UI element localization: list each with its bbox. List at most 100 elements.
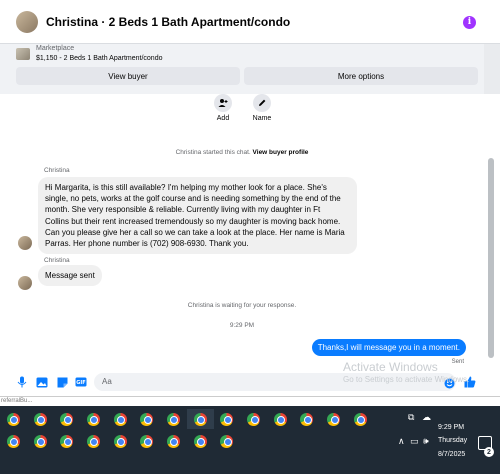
waiting-notice: Christina is waiting for your response. bbox=[187, 302, 297, 309]
chrome-icon bbox=[193, 434, 207, 448]
photo-icon[interactable] bbox=[36, 376, 48, 388]
chrome-icon bbox=[113, 412, 127, 426]
chrome-icon bbox=[166, 434, 180, 448]
chrome-icon bbox=[86, 412, 100, 426]
chrome-icon bbox=[6, 434, 20, 448]
chrome-icon bbox=[220, 434, 234, 448]
info-icon[interactable]: i bbox=[463, 16, 476, 29]
taskbar: ⧉ ☁ ∧ ▭ 🕪 9:29 PM Thursday 8/7/2025 2 bbox=[0, 406, 500, 474]
clock-day[interactable]: Thursday bbox=[438, 437, 467, 444]
taskbar-browser-button[interactable] bbox=[133, 431, 160, 451]
chrome-icon bbox=[33, 412, 47, 426]
volume-icon[interactable]: 🕪 bbox=[423, 436, 429, 447]
sender-name: Christina bbox=[44, 167, 70, 174]
taskbar-browser-button[interactable] bbox=[133, 409, 160, 429]
more-options-button[interactable]: More options bbox=[244, 67, 478, 85]
pencil-icon[interactable] bbox=[253, 94, 271, 112]
view-buyer-profile-link[interactable]: View buyer profile bbox=[253, 149, 309, 156]
listing-card: Marketplace $1,150 - 2 Beds 1 Bath Apart… bbox=[0, 44, 484, 94]
microphone-icon[interactable] bbox=[16, 376, 28, 388]
name-label: Name bbox=[252, 115, 272, 122]
sender-name: Christina bbox=[44, 257, 70, 264]
chrome-icon bbox=[86, 434, 100, 448]
listing-description[interactable]: $1,150 - 2 Beds 1 Bath Apartment/condo bbox=[36, 55, 162, 62]
taskbar-browser-button[interactable] bbox=[186, 409, 214, 429]
timestamp: 9:29 PM bbox=[229, 322, 255, 329]
chat-thread: Add Name Christina started this chat. Vi… bbox=[0, 94, 484, 368]
taskbar-browser-button[interactable] bbox=[347, 409, 374, 429]
chrome-icon bbox=[60, 434, 74, 448]
chrome-icon bbox=[33, 434, 47, 448]
taskbar-browser-button[interactable] bbox=[320, 409, 347, 429]
scrollbar[interactable] bbox=[484, 94, 500, 368]
chrome-icon bbox=[220, 412, 234, 426]
meet-now-icon[interactable]: ⧉ bbox=[408, 412, 414, 423]
chrome-icon bbox=[6, 412, 20, 426]
chrome-icon bbox=[60, 412, 74, 426]
page-title[interactable]: Christina · 2 Beds 1 Bath Apartment/cond… bbox=[46, 15, 290, 29]
cloud-icon[interactable]: ☁ bbox=[422, 412, 431, 423]
scrollbar-thumb[interactable] bbox=[488, 158, 494, 358]
chrome-icon bbox=[140, 434, 154, 448]
info-glyph: i bbox=[467, 17, 472, 27]
chrome-icon bbox=[113, 434, 127, 448]
taskbar-browser-button[interactable] bbox=[27, 431, 54, 451]
chevron-up-icon[interactable]: ∧ bbox=[398, 436, 405, 447]
message-placeholder: Aa bbox=[102, 377, 112, 386]
taskbar-browser-button[interactable] bbox=[107, 409, 134, 429]
sticker-icon[interactable] bbox=[56, 376, 68, 388]
taskbar-browser-button[interactable] bbox=[53, 409, 80, 429]
view-buyer-button[interactable]: View buyer bbox=[16, 67, 240, 85]
taskbar-browser-button[interactable] bbox=[27, 409, 54, 429]
watermark-title: Activate Windows bbox=[343, 360, 438, 374]
avatar[interactable] bbox=[16, 10, 38, 33]
network-icon[interactable]: ▭ bbox=[410, 436, 419, 447]
taskbar-browser-button[interactable] bbox=[107, 431, 134, 451]
taskbar-browser-button[interactable] bbox=[240, 409, 267, 429]
message-line: month. She very responsible & reliable. … bbox=[45, 205, 321, 215]
add-action[interactable]: Add bbox=[208, 94, 238, 122]
clock-date[interactable]: 8/7/2025 bbox=[438, 451, 465, 458]
chrome-icon bbox=[247, 412, 261, 426]
incoming-message[interactable]: Message sent bbox=[38, 265, 102, 287]
taskbar-browser-button[interactable] bbox=[187, 431, 214, 451]
avatar[interactable] bbox=[18, 236, 32, 250]
taskbar-browser-button[interactable] bbox=[294, 409, 321, 429]
message-line: Parras. Her phone number is (702) 908-69… bbox=[45, 239, 249, 249]
chat-started-notice: Christina started this chat. View buyer … bbox=[0, 149, 484, 156]
chrome-icon bbox=[353, 412, 367, 426]
taskbar-row-2 bbox=[0, 431, 240, 451]
listing-thumbnail[interactable] bbox=[16, 48, 30, 60]
chat-started-text: Christina started this chat. bbox=[175, 149, 251, 156]
message-line: Can you please give her a call so we can… bbox=[45, 227, 345, 237]
taskbar-browser-button[interactable] bbox=[80, 431, 107, 451]
taskbar-browser-button[interactable] bbox=[80, 409, 107, 429]
chrome-icon bbox=[140, 412, 154, 426]
message-line: Collins but their rent increased tremend… bbox=[45, 216, 341, 226]
name-action[interactable]: Name bbox=[247, 94, 277, 122]
referral-strip: referralBu... bbox=[0, 396, 500, 406]
taskbar-browser-button[interactable] bbox=[160, 431, 187, 451]
notification-badge: 2 bbox=[484, 447, 494, 457]
taskbar-browser-button[interactable] bbox=[0, 409, 27, 429]
outgoing-message[interactable]: Thanks,I will message you in a moment. bbox=[311, 339, 466, 356]
listing-label: Marketplace bbox=[36, 45, 75, 52]
taskbar-browser-button[interactable] bbox=[214, 409, 241, 429]
incoming-message[interactable]: Hi Margarita, is this still available? I… bbox=[38, 177, 357, 255]
clock-time[interactable]: 9:29 PM bbox=[438, 424, 464, 431]
chrome-icon bbox=[193, 412, 207, 426]
taskbar-browser-button[interactable] bbox=[160, 409, 187, 429]
message-line: single, no pets, works at the golf cours… bbox=[45, 194, 341, 204]
taskbar-browser-button[interactable] bbox=[0, 431, 27, 451]
gif-icon[interactable]: GIF bbox=[75, 376, 87, 388]
taskbar-browser-button[interactable] bbox=[214, 431, 241, 451]
message-line: Hi Margarita, is this still available? I… bbox=[45, 183, 327, 192]
taskbar-row-1 bbox=[0, 409, 374, 429]
avatar[interactable] bbox=[18, 276, 32, 290]
taskbar-browser-button[interactable] bbox=[53, 431, 80, 451]
add-label: Add bbox=[216, 115, 230, 122]
chrome-icon bbox=[300, 412, 314, 426]
add-person-icon[interactable] bbox=[214, 94, 232, 112]
taskbar-browser-button[interactable] bbox=[267, 409, 294, 429]
svg-text:GIF: GIF bbox=[76, 380, 85, 386]
